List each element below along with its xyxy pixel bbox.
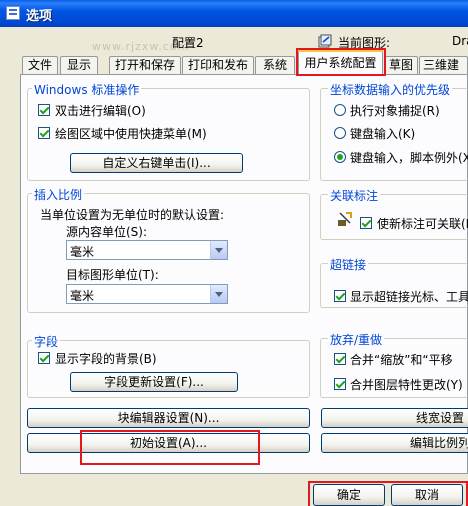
chevron-down-icon[interactable] [210, 241, 227, 259]
drawing-icon [318, 34, 332, 48]
combine-zoom-pan-checkbox[interactable] [334, 353, 346, 365]
combine-layer-checkbox[interactable] [334, 378, 346, 390]
custom-right-click-button[interactable]: 自定义右键单击(I)... [70, 153, 243, 173]
source-units-dropdown[interactable]: 毫米 [66, 240, 228, 260]
chevron-down-icon[interactable] [210, 285, 227, 303]
double-click-edit-checkbox[interactable] [38, 104, 50, 116]
associative-dim-checkbox[interactable] [360, 217, 372, 229]
dimension-icon [338, 212, 352, 226]
double-click-edit-label: 双击进行编辑(O) [55, 104, 146, 118]
fields-title: 字段 [32, 333, 61, 350]
hyperlink-title: 超链接 [328, 256, 369, 273]
tab-display[interactable]: 显示 [60, 56, 98, 74]
tab-plot-publish[interactable]: 打印和发布 [182, 56, 254, 74]
current-drawing-value: Dra [452, 34, 468, 48]
source-units-value: 毫米 [70, 245, 95, 259]
associative-dim-title: 关联标注 [328, 187, 381, 204]
edit-scale-list-button[interactable]: 编辑比例列 [321, 433, 468, 453]
running-osnap-label: 执行对象捕捉(R) [350, 104, 440, 118]
undo-redo-title: 放弃/重做 [328, 331, 385, 348]
target-units-value: 毫米 [70, 289, 95, 303]
target-units-label: 目标图形单位(T): [66, 268, 159, 282]
hyperlink-cursor-label: 显示超链接光标、工具 [350, 290, 468, 304]
combine-zoom-pan-label: 合并“缩放”和“平移 [350, 353, 453, 367]
source-units-label: 源内容单位(S): [66, 225, 148, 239]
shortcut-menu-checkbox[interactable] [38, 127, 50, 139]
combine-layer-label: 合并图层特性更改(Y) [350, 378, 463, 392]
tab-3d-modeling[interactable]: 三维建 [419, 56, 468, 74]
tab-highlight-box [296, 48, 386, 76]
profile-label: 配置2 [172, 36, 204, 50]
lineweight-settings-button[interactable]: 线宽设置 [321, 408, 468, 428]
keyboard-except-scripts-radio[interactable] [334, 151, 346, 163]
associative-dim-label: 使新标注可关联(D) [377, 217, 468, 231]
tab-drafting[interactable]: 草图 [384, 56, 418, 74]
tab-files[interactable]: 文件 [22, 56, 58, 74]
windows-standard-title: Windows 标准操作 [32, 81, 142, 98]
options-icon [6, 6, 20, 20]
title-bar [0, 0, 468, 27]
shortcut-menu-label: 绘图区域中使用快捷菜单(M) [55, 127, 207, 141]
field-background-checkbox[interactable] [38, 352, 50, 364]
coordinate-priority-title: 坐标数据输入的优先级 [328, 81, 453, 98]
hyperlink-cursor-checkbox[interactable] [334, 290, 346, 302]
keyboard-entry-label: 键盘输入(K) [350, 127, 416, 141]
tab-system[interactable]: 系统 [255, 56, 295, 74]
initial-setup-highlight-box [80, 430, 260, 465]
field-background-label: 显示字段的背景(B) [55, 352, 157, 366]
insertion-scale-title: 插入比例 [32, 186, 85, 203]
keyboard-entry-radio[interactable] [334, 127, 346, 139]
field-update-settings-button[interactable]: 字段更新设置(F)... [70, 372, 238, 392]
block-editor-settings-button[interactable]: 块编辑器设置(N)... [27, 408, 310, 428]
window-title: 选项 [26, 9, 53, 24]
target-units-dropdown[interactable]: 毫米 [66, 284, 228, 304]
running-osnap-radio[interactable] [334, 104, 346, 116]
tab-open-save[interactable]: 打开和保存 [109, 56, 181, 74]
insertion-scale-description: 当单位设置为无单位时的默认设置: [40, 208, 225, 222]
ok-cancel-highlight-box [308, 481, 468, 506]
keyboard-except-scripts-label: 键盘输入，脚本例外(X) [350, 151, 468, 165]
